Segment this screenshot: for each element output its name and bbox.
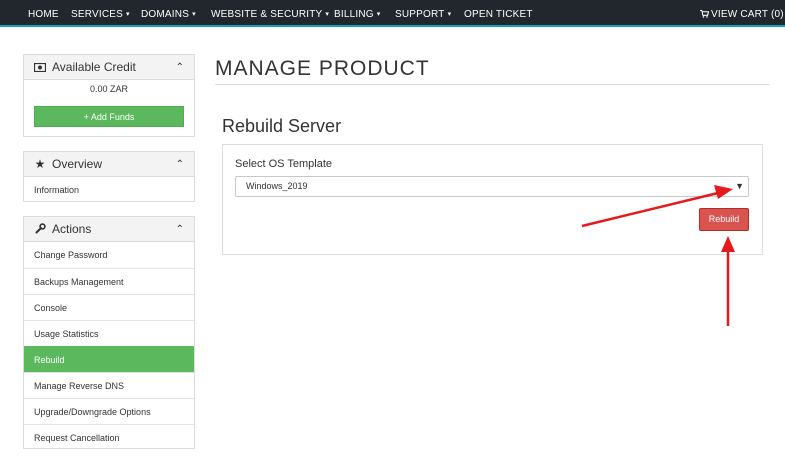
nav-support[interactable]: SUPPORT ▾ <box>395 0 451 27</box>
panel-title: Available Credit <box>52 60 136 74</box>
chevron-up-icon[interactable]: ⌃ <box>176 217 184 242</box>
os-template-value: Windows_2019 <box>246 181 308 191</box>
nav-support-label: SUPPORT <box>395 9 445 20</box>
divider <box>215 84 770 85</box>
nav-domains-label: DOMAINS <box>141 9 190 20</box>
overview-panel: ★ Overview ⌃ Information <box>23 151 195 202</box>
sidebar-item-backups-management[interactable]: Backups Management <box>24 268 194 294</box>
panel-header: Available Credit ⌃ <box>24 55 194 80</box>
rebuild-button[interactable]: Rebuild <box>699 208 749 231</box>
nav-services-label: SERVICES <box>71 9 123 20</box>
os-template-select[interactable]: Windows_2019 ▼ <box>235 176 749 197</box>
nav-website-security[interactable]: WEBSITE & SECURITY ▾ <box>211 0 329 27</box>
nav-billing-label: BILLING <box>334 9 374 20</box>
available-credit-panel: Available Credit ⌃ 0.00 ZAR + Add Funds <box>23 54 195 137</box>
nav-domains[interactable]: DOMAINS ▾ <box>141 0 196 27</box>
sidebar-item-upgrade-downgrade[interactable]: Upgrade/Downgrade Options <box>24 398 194 424</box>
cart-icon <box>700 10 709 18</box>
nav-home-label: HOME <box>28 9 59 20</box>
sidebar-item-request-cancellation[interactable]: Request Cancellation <box>24 424 194 450</box>
money-icon <box>33 55 47 80</box>
nav-open-ticket-label: OPEN TICKET <box>464 9 533 20</box>
chevron-up-icon[interactable]: ⌃ <box>176 55 184 80</box>
add-funds-button[interactable]: + Add Funds <box>34 106 184 127</box>
sidebar-item-rebuild[interactable]: Rebuild <box>24 346 194 372</box>
nav-billing[interactable]: BILLING ▾ <box>334 0 380 27</box>
top-navbar: HOME SERVICES ▾ DOMAINS ▾ WEBSITE & SECURI… <box>0 0 785 27</box>
panel-title: Actions <box>52 222 92 236</box>
dropdown-arrow-icon[interactable]: ▼ <box>735 177 744 196</box>
chevron-down-icon: ▾ <box>376 11 381 18</box>
sidebar-item-change-password[interactable]: Change Password <box>24 242 194 268</box>
nav-services[interactable]: SERVICES ▾ <box>71 0 130 27</box>
sidebar-item-manage-reverse-dns[interactable]: Manage Reverse DNS <box>24 372 194 398</box>
chevron-up-icon[interactable]: ⌃ <box>176 152 184 177</box>
view-cart-label: VIEW CART (0) <box>711 9 784 20</box>
panel-header: Actions ⌃ <box>24 217 194 242</box>
nav-home[interactable]: HOME <box>28 0 59 27</box>
section-title: Rebuild Server <box>222 116 342 136</box>
sidebar-item-console[interactable]: Console <box>24 294 194 320</box>
chevron-down-icon: ▾ <box>447 11 452 18</box>
panel-title: Overview <box>52 157 103 171</box>
wrench-icon <box>34 217 46 242</box>
credit-balance: 0.00 ZAR <box>89 84 129 94</box>
chevron-down-icon: ▾ <box>325 11 330 18</box>
nav-website-security-label: WEBSITE & SECURITY <box>211 9 323 20</box>
view-cart-link[interactable]: VIEW CART (0) <box>700 0 784 27</box>
chevron-down-icon: ▾ <box>126 11 130 18</box>
chevron-down-icon: ▾ <box>192 11 196 18</box>
sidebar-item-usage-statistics[interactable]: Usage Statistics <box>24 320 194 346</box>
sidebar-item-information[interactable]: Information <box>24 177 194 203</box>
os-template-label: Select OS Template <box>235 158 333 170</box>
panel-header: ★ Overview ⌃ <box>24 152 194 177</box>
nav-open-ticket[interactable]: OPEN TICKET <box>464 0 533 27</box>
star-icon: ★ <box>34 157 46 171</box>
page-title: MANAGE PRODUCT <box>215 57 430 80</box>
actions-panel: Actions ⌃ Change Password Backups Manage… <box>23 216 195 449</box>
